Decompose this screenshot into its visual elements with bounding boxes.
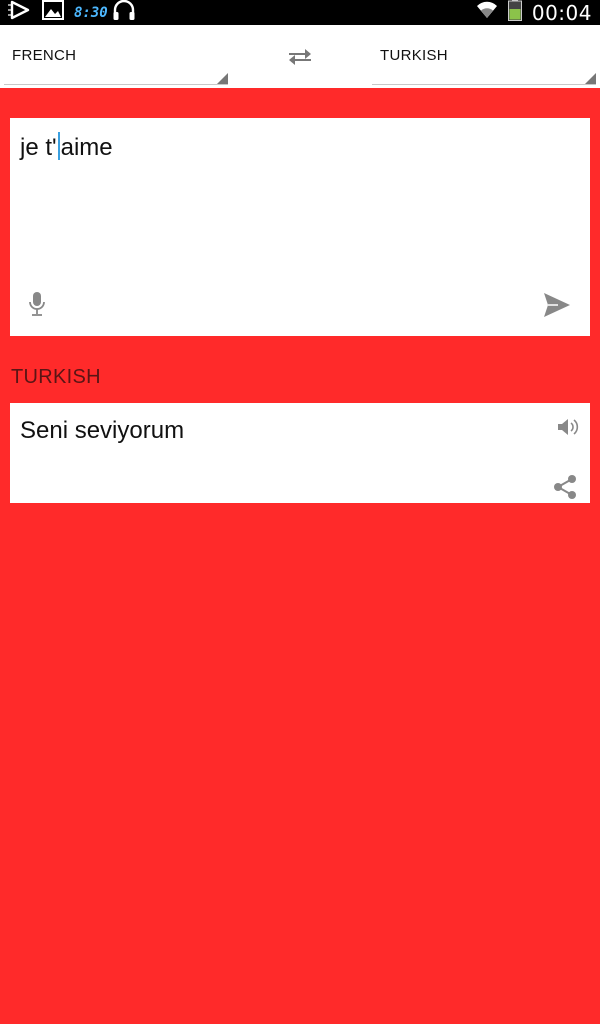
result-card: Seni seviyorum bbox=[10, 403, 590, 503]
swap-languages-button[interactable] bbox=[284, 43, 316, 71]
microphone-button[interactable] bbox=[26, 290, 48, 318]
source-text-input[interactable]: je t' aime bbox=[20, 132, 113, 162]
source-language-label: FRENCH bbox=[12, 47, 77, 64]
input-card: je t' aime bbox=[10, 118, 590, 336]
share-button[interactable] bbox=[552, 474, 578, 500]
text-cursor bbox=[57, 132, 60, 160]
swap-arrows-icon bbox=[289, 49, 311, 65]
status-right-icons: 00:04 bbox=[476, 0, 592, 26]
translation-result-text: Seni seviyorum bbox=[20, 417, 185, 444]
play-store-icon bbox=[8, 0, 32, 26]
language-bar: FRENCH TURKISH bbox=[0, 25, 600, 88]
share-icon bbox=[554, 475, 576, 499]
clock-icon: 8:30 bbox=[74, 4, 108, 21]
headphones-icon bbox=[112, 0, 136, 26]
speaker-icon bbox=[558, 419, 579, 435]
battery-icon bbox=[507, 0, 522, 26]
result-language-label: TURKISH bbox=[11, 366, 101, 388]
input-text-before-cursor: je t' bbox=[20, 134, 57, 161]
input-text-after-cursor: aime bbox=[60, 134, 113, 161]
status-time: 00:04 bbox=[531, 0, 592, 25]
dropdown-arrow-icon bbox=[217, 73, 228, 84]
status-bar: 8:30 00:04 bbox=[0, 0, 600, 25]
target-language-spinner[interactable]: TURKISH bbox=[372, 25, 596, 85]
microphone-icon bbox=[29, 292, 45, 316]
source-language-spinner[interactable]: FRENCH bbox=[4, 25, 228, 85]
dropdown-arrow-icon bbox=[585, 73, 596, 84]
gallery-icon bbox=[42, 0, 64, 25]
send-icon bbox=[544, 293, 570, 317]
speak-button[interactable] bbox=[556, 415, 580, 439]
status-left-icons: 8:30 bbox=[8, 0, 136, 26]
translate-send-button[interactable] bbox=[542, 290, 572, 320]
target-language-label: TURKISH bbox=[380, 47, 448, 64]
wifi-icon bbox=[476, 0, 498, 25]
